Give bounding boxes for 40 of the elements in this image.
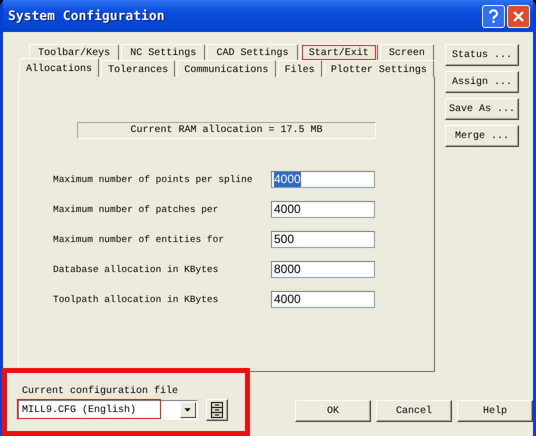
tab[interactable]: Plotter Settings <box>324 60 434 77</box>
dialog-button[interactable]: Help <box>457 400 533 422</box>
dialog-button[interactable]: OK <box>295 400 371 422</box>
config-dropdown[interactable]: MILL9.CFG (English) <box>18 400 198 420</box>
side-button[interactable]: Assign ... <box>445 71 519 93</box>
input-field[interactable]: 500 <box>271 231 375 248</box>
file-cabinet-icon <box>210 402 224 418</box>
window-title: System Configuration <box>8 8 166 24</box>
field-label: Database allocation in KBytes <box>53 264 220 275</box>
tab[interactable]: NC Settings <box>121 44 206 60</box>
input-field[interactable]: 4000 <box>271 291 375 308</box>
field-label: Maximum number of entities for <box>53 234 226 245</box>
input-field[interactable]: 4000 <box>271 171 375 188</box>
field-value: 4000 <box>274 292 301 307</box>
field-value: 4000 <box>274 202 301 217</box>
tab[interactable]: Files <box>278 60 322 77</box>
tab[interactable]: CAD Settings <box>207 44 298 60</box>
side-button[interactable]: Merge ... <box>445 125 519 147</box>
help-icon[interactable] <box>482 4 505 28</box>
tab[interactable]: Communications <box>177 60 276 77</box>
ram-allocation-label: Current RAM allocation = 17.5 MB <box>77 122 376 139</box>
input-field[interactable]: 4000 <box>271 201 375 218</box>
field-value: 500 <box>274 232 294 247</box>
field-label: Maximum number of patches per <box>53 204 220 215</box>
file-cabinet-button[interactable] <box>206 399 228 421</box>
tab[interactable]: Tolerances <box>101 60 176 77</box>
config-label: Current configuration file <box>21 386 180 398</box>
field-label: Maximum number of points per spline <box>53 174 254 185</box>
tab[interactable]: Screen <box>380 44 434 60</box>
tab[interactable]: Allocations <box>19 58 100 77</box>
input-field[interactable]: 8000 <box>271 261 375 278</box>
field-label: Toolpath allocation in KBytes <box>53 294 220 305</box>
close-icon[interactable] <box>507 4 530 28</box>
tab[interactable]: Toolbar/Keys <box>29 44 120 60</box>
tab[interactable]: Start/Exit <box>300 44 378 60</box>
dialog-button[interactable]: Cancel <box>376 400 452 422</box>
field-value: 8000 <box>274 262 301 277</box>
side-button[interactable]: Status ... <box>445 44 519 66</box>
selected-text: 4000 <box>274 172 301 187</box>
side-button[interactable]: Save As ... <box>445 98 519 120</box>
